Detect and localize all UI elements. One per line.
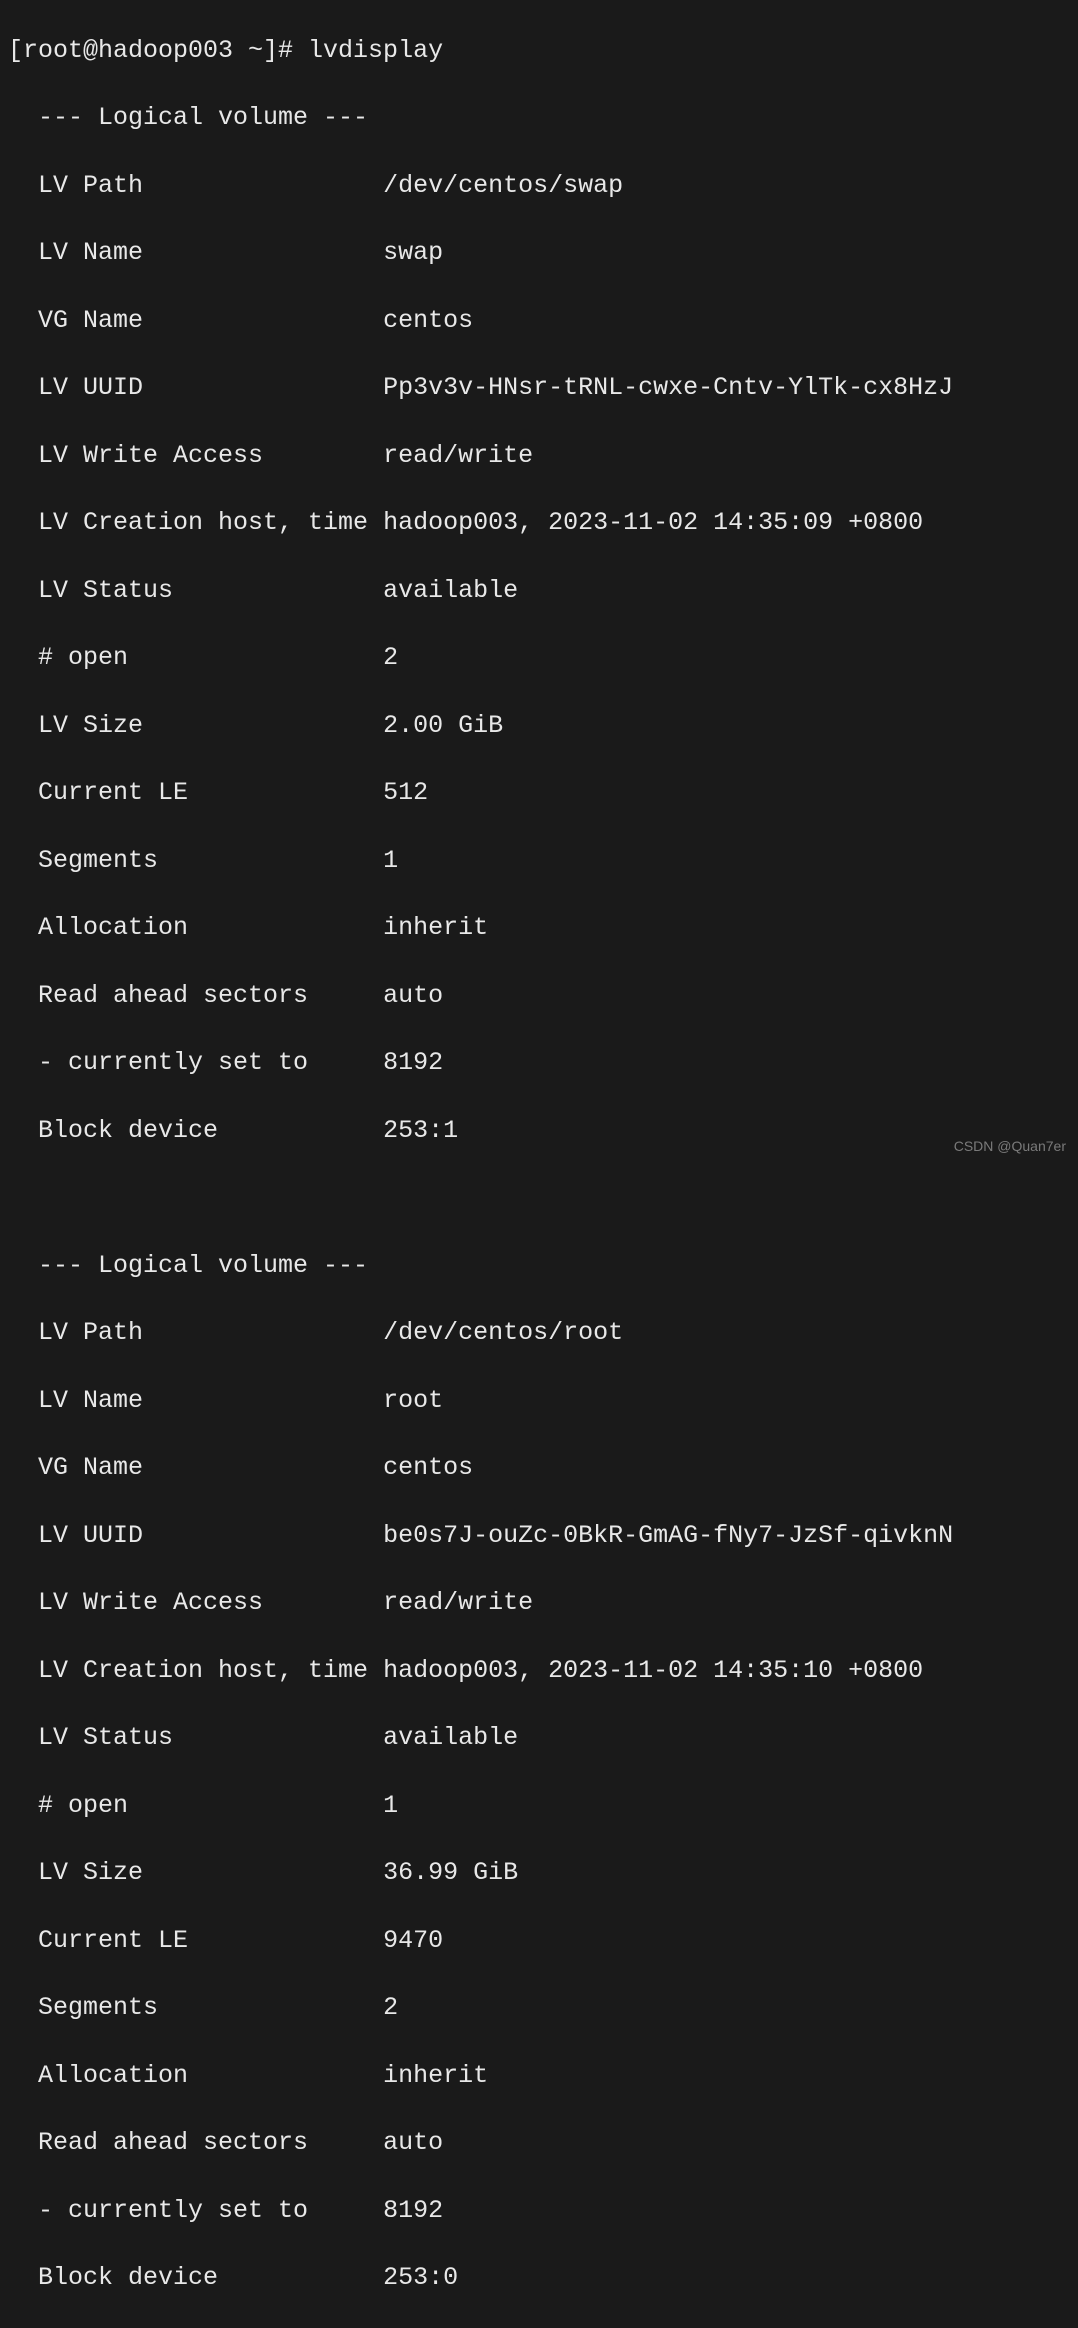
lv-value: 36.99 GiB [383,1858,518,1887]
lv-row: LV UUID Pp3v3v-HNsr-tRNL-cwxe-Cntv-YlTk-… [8,371,1070,405]
lv-label: LV Name [8,1386,143,1415]
lv-row: LV Size 2.00 GiB [8,709,1070,743]
lv-row: Segments 1 [8,844,1070,878]
lv-row: LV Path /dev/centos/swap [8,169,1070,203]
lv-value: 1 [383,846,398,875]
lv-row: Allocation inherit [8,911,1070,945]
lv-label: VG Name [8,1453,143,1482]
lv-value: 253:0 [383,2263,458,2292]
lv-value: read/write [383,441,533,470]
lv-value: hadoop003, 2023-11-02 14:35:10 +0800 [383,1656,923,1685]
lv-label: VG Name [8,306,143,335]
lv-row: # open 2 [8,641,1070,675]
lv-row: LV Creation host, time hadoop003, 2023-1… [8,506,1070,540]
lv-value: 512 [383,778,428,807]
lv-value: 253:1 [383,1116,458,1145]
lv-label: Current LE [8,778,188,807]
lv-value: /dev/centos/root [383,1318,623,1347]
lv-row: Segments 2 [8,1991,1070,2025]
lv-label: LV Creation host, time [8,508,368,537]
lv-value: hadoop003, 2023-11-02 14:35:09 +0800 [383,508,923,537]
lv-label: LV Name [8,238,143,267]
lv-label: Block device [8,1116,218,1145]
lv-header: --- Logical volume --- [8,1249,1070,1283]
lv-label: # open [8,643,128,672]
lv-row: LV Creation host, time hadoop003, 2023-1… [8,1654,1070,1688]
lv-label: Current LE [8,1926,188,1955]
lv-row: LV Name swap [8,236,1070,270]
lv-value: 8192 [383,2196,443,2225]
lv-value: /dev/centos/swap [383,171,623,200]
lv-label: LV Size [8,711,143,740]
lv-value: Pp3v3v-HNsr-tRNL-cwxe-Cntv-YlTk-cx8HzJ [383,373,953,402]
lv-label: LV Path [8,1318,143,1347]
lv-row: LV Path /dev/centos/root [8,1316,1070,1350]
lv-value: 9470 [383,1926,443,1955]
lv-label: Segments [8,1993,158,2022]
lv-label: LV UUID [8,373,143,402]
lv-value: available [383,1723,518,1752]
lv-label: LV UUID [8,1521,143,1550]
lv-row: Read ahead sectors auto [8,979,1070,1013]
lv-row: VG Name centos [8,1451,1070,1485]
lv-value: available [383,576,518,605]
lv-row: Current LE 512 [8,776,1070,810]
lv-label: Read ahead sectors [8,2128,308,2157]
lv-label: LV Status [8,576,173,605]
lv-value: auto [383,2128,443,2157]
lv-row: # open 1 [8,1789,1070,1823]
lv-row: Block device 253:0 [8,2261,1070,2295]
lv-value: inherit [383,913,488,942]
terminal-output: [root@hadoop003 ~]# lvdisplay --- Logica… [0,0,1078,2328]
lv-value: auto [383,981,443,1010]
lv-row: LV Write Access read/write [8,1586,1070,1620]
lv-label: Allocation [8,913,188,942]
lv-row: LV Status available [8,574,1070,608]
lv-row: Block device 253:1 [8,1114,1070,1148]
lv-row: LV Write Access read/write [8,439,1070,473]
lv-value: 1 [383,1791,398,1820]
lv-row: - currently set to 8192 [8,2194,1070,2228]
lv-label: Read ahead sectors [8,981,308,1010]
lv-value: 8192 [383,1048,443,1077]
lv-label: Segments [8,846,158,875]
lv-row: LV UUID be0s7J-ouZc-0BkR-GmAG-fNy7-JzSf-… [8,1519,1070,1553]
lv-label: LV Write Access [8,1588,263,1617]
lv-label: LV Path [8,171,143,200]
lv-row: - currently set to 8192 [8,1046,1070,1080]
lv-row: LV Status available [8,1721,1070,1755]
lv-label: Block device [8,2263,218,2292]
lv-label: LV Creation host, time [8,1656,368,1685]
blank-line [8,1181,1070,1215]
lv-value: inherit [383,2061,488,2090]
lv-label: LV Size [8,1858,143,1887]
lv-value: centos [383,306,473,335]
lv-row: VG Name centos [8,304,1070,338]
lv-label: - currently set to [8,2196,308,2225]
lv-row: LV Size 36.99 GiB [8,1856,1070,1890]
lv-value: root [383,1386,443,1415]
lv-label: - currently set to [8,1048,308,1077]
lv-header: --- Logical volume --- [8,101,1070,135]
lv-label: LV Write Access [8,441,263,470]
lv-value: centos [383,1453,473,1482]
lv-row: Read ahead sectors auto [8,2126,1070,2160]
lv-row: LV Name root [8,1384,1070,1418]
command-prompt: [root@hadoop003 ~]# lvdisplay [8,34,1070,68]
lv-value: swap [383,238,443,267]
lv-label: LV Status [8,1723,173,1752]
lv-label: # open [8,1791,128,1820]
lv-row: Current LE 9470 [8,1924,1070,1958]
lv-value: be0s7J-ouZc-0BkR-GmAG-fNy7-JzSf-qivknN [383,1521,953,1550]
lv-value: 2 [383,1993,398,2022]
watermark-text: CSDN @Quan7er [954,1137,1066,1156]
lv-row: Allocation inherit [8,2059,1070,2093]
lv-value: read/write [383,1588,533,1617]
lv-value: 2.00 GiB [383,711,503,740]
lv-label: Allocation [8,2061,188,2090]
lv-value: 2 [383,643,398,672]
